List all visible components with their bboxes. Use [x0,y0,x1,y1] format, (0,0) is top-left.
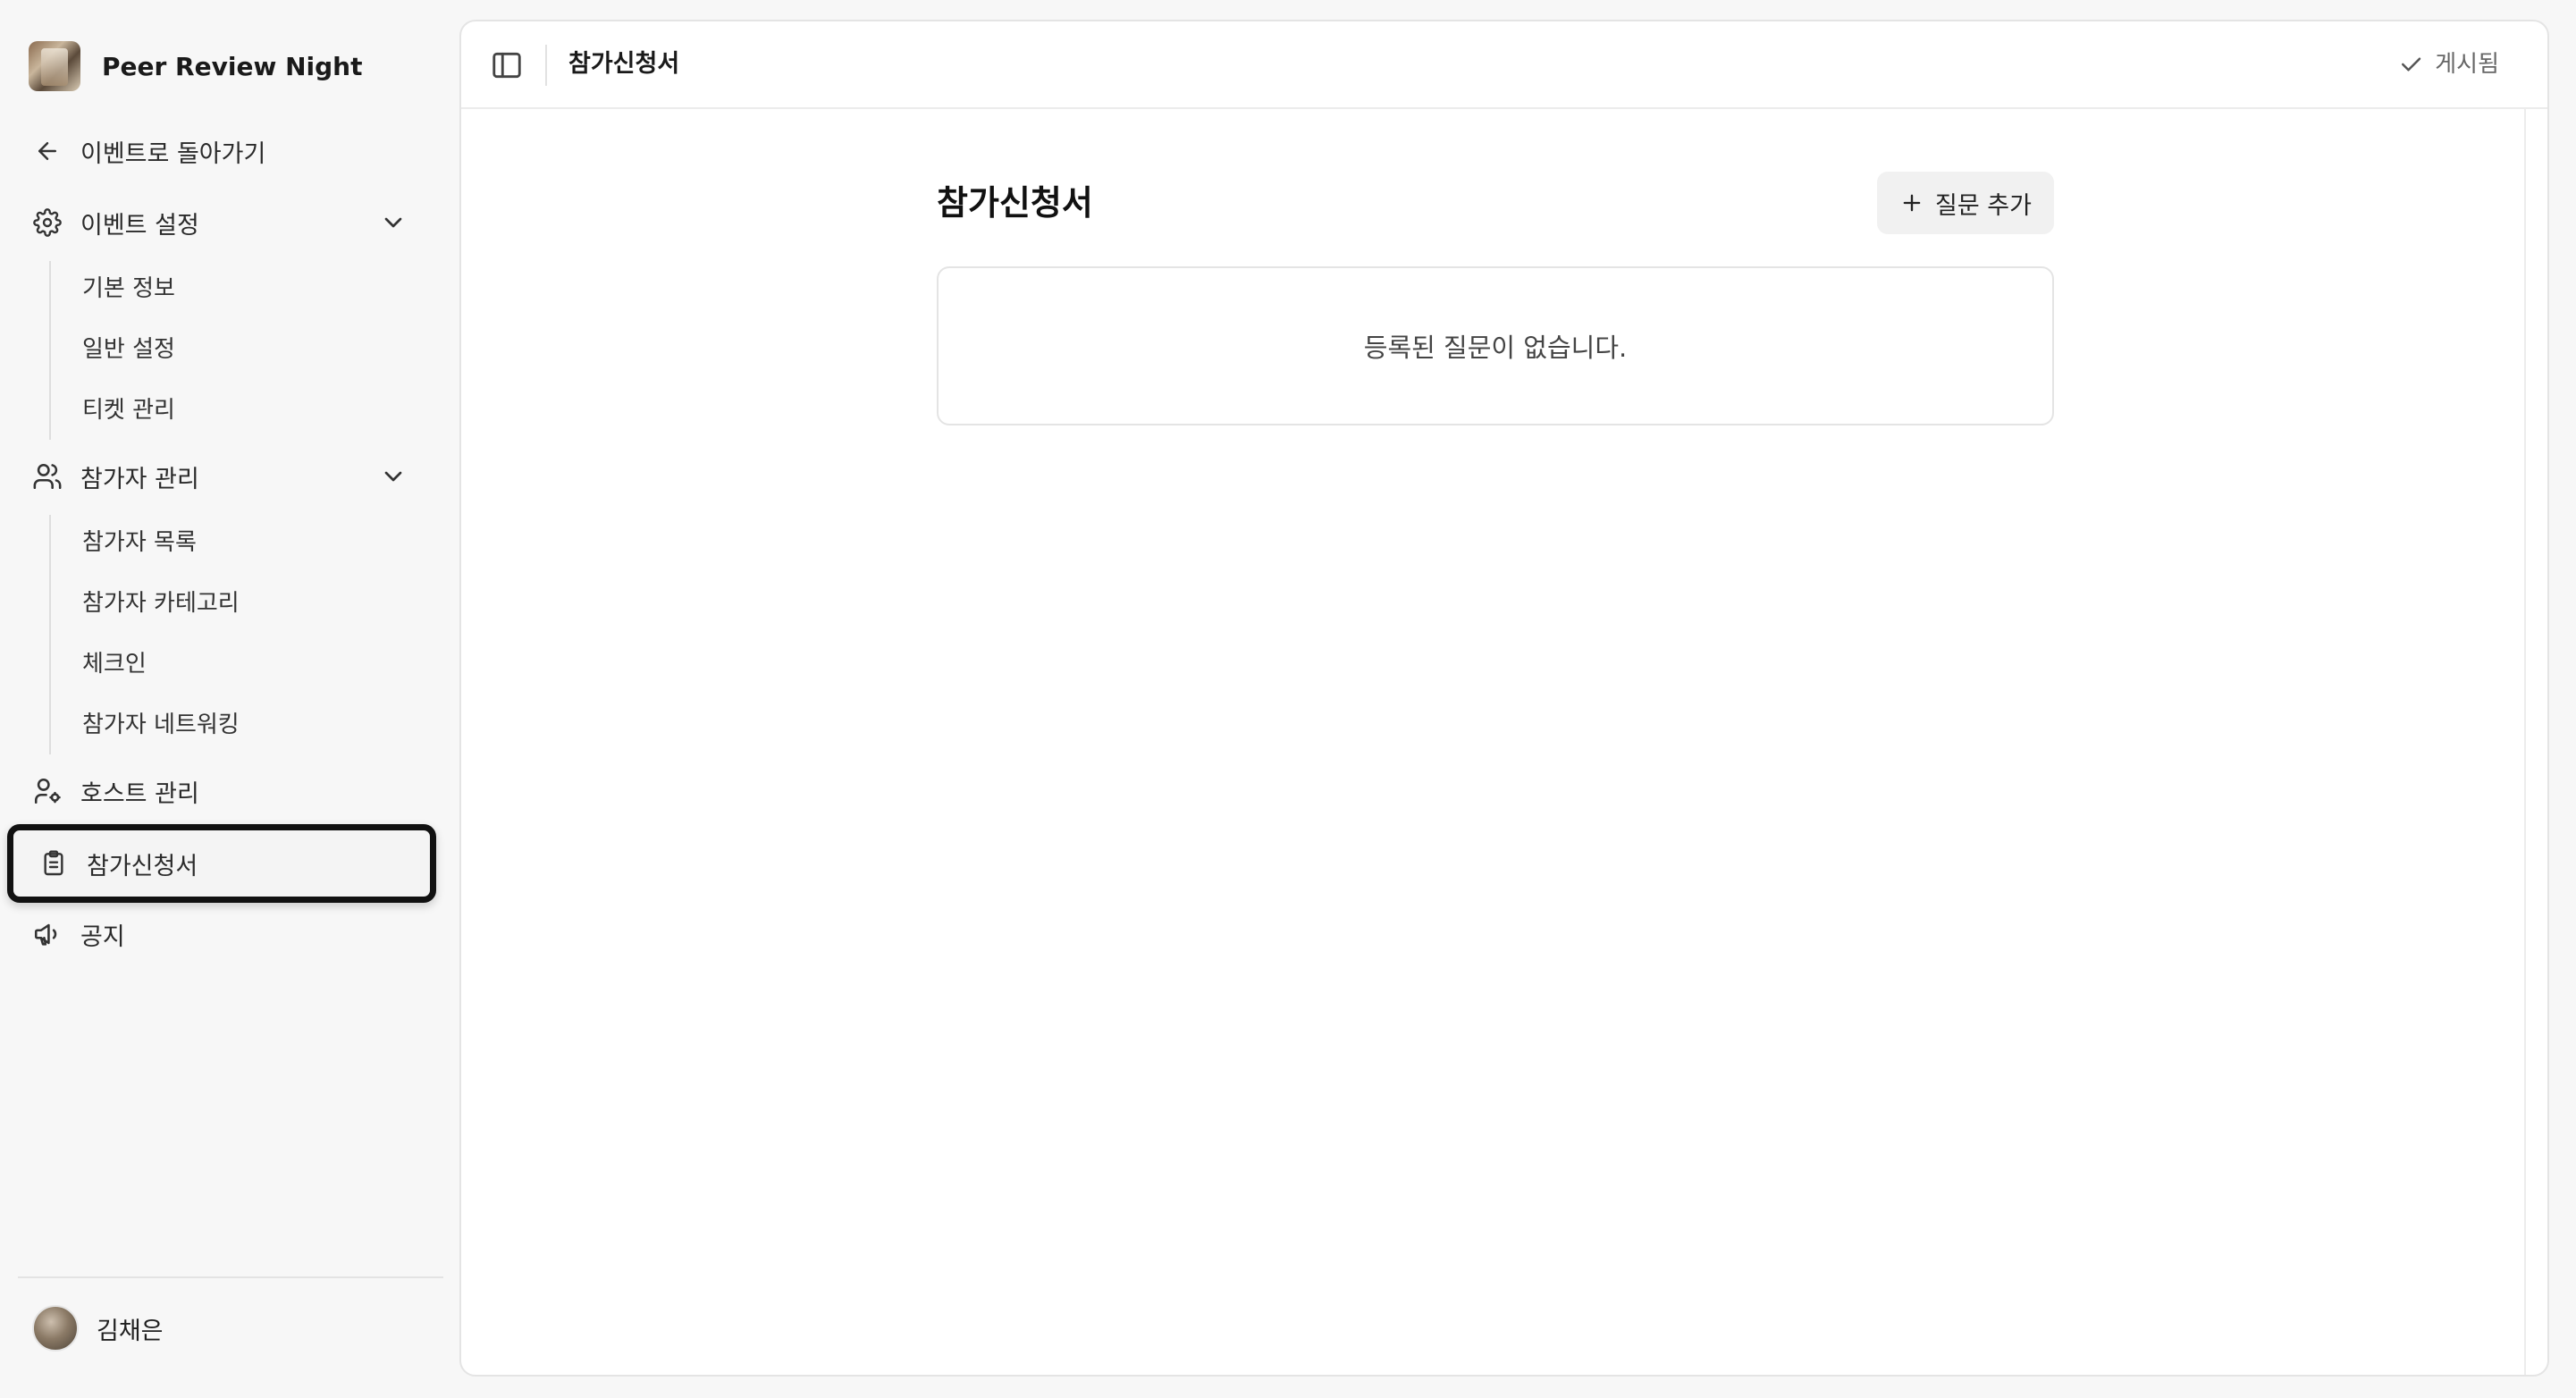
scrollbar[interactable] [2524,109,2526,1375]
app-window: Peer Review Night 이벤트로 돌아가기 이벤트 설정 기본 정보… [0,0,2576,1398]
sidebar-item-basic-info[interactable]: 기본 정보 [82,266,175,311]
topbar-separator [545,45,547,86]
top-bar: 참가신청서 게시됨 [461,21,2547,109]
publish-status[interactable]: 게시됨 [2397,46,2499,82]
sidebar-item-general-settings[interactable]: 일반 설정 [82,327,175,372]
user-gear-icon [32,776,63,806]
event-settings-label: 이벤트 설정 [80,211,199,240]
application-label: 참가신청서 [87,852,198,880]
attendees-label: 참가자 관리 [80,465,199,493]
sidebar-item-hosts[interactable]: 호스트 관리 [18,762,429,821]
sidebar: Peer Review Night 이벤트로 돌아가기 이벤트 설정 기본 정보… [0,0,456,1398]
add-question-button[interactable]: 질문 추가 [1877,172,2054,234]
event-thumbnail [29,41,80,91]
empty-state: 등록된 질문이 없습니다. [937,266,2054,425]
check-icon [2402,57,2421,72]
user-name: 김채은 [97,1317,164,1345]
sidebar-item-application-form[interactable]: 참가신청서 [7,824,436,903]
sidebar-item-attendee-networking[interactable]: 참가자 네트워킹 [82,703,240,747]
clipboard-list-icon [38,848,69,879]
arrow-left-icon [32,136,63,166]
avatar [32,1305,79,1352]
sidebar-item-attendee-list[interactable]: 참가자 목록 [82,520,197,565]
gear-icon [32,207,63,238]
hosts-label: 호스트 관리 [80,779,199,808]
user-profile[interactable]: 김채은 [32,1305,164,1352]
sidebar-item-attendees[interactable]: 참가자 관리 [18,447,429,506]
megaphone-icon [32,919,63,949]
sidebar-item-event-settings[interactable]: 이벤트 설정 [18,193,429,252]
chevron-down-icon[interactable] [379,462,408,491]
event-title: Peer Review Night [102,51,363,81]
back-to-event-link[interactable]: 이벤트로 돌아가기 [18,122,429,181]
sidebar-item-notice[interactable]: 공지 [18,905,429,964]
notice-label: 공지 [80,922,125,951]
empty-state-message: 등록된 질문이 없습니다. [1363,333,1628,363]
users-icon [32,461,63,492]
main-panel: 참가신청서 게시됨 참가신청서 질문 추가 등록된 질문이 없습니다. [459,20,2549,1377]
breadcrumb-title: 참가신청서 [568,50,680,78]
back-label: 이벤트로 돌아가기 [80,139,266,168]
submenu-guide-line [49,261,51,440]
submenu-guide-line [49,515,51,754]
publish-status-label: 게시됨 [2435,51,2499,78]
add-question-label: 질문 추가 [1935,191,2032,220]
event-header[interactable]: Peer Review Night [29,41,362,91]
sidebar-item-checkin[interactable]: 체크인 [82,642,147,686]
page-title: 참가신청서 [937,183,1093,223]
sidebar-item-attendee-category[interactable]: 참가자 카테고리 [82,581,240,626]
sidebar-item-ticket-management[interactable]: 티켓 관리 [82,388,175,433]
chevron-down-icon[interactable] [379,208,408,237]
sidebar-divider [18,1276,443,1278]
plus-icon [1903,194,1921,212]
panel-left-icon[interactable] [490,48,524,82]
